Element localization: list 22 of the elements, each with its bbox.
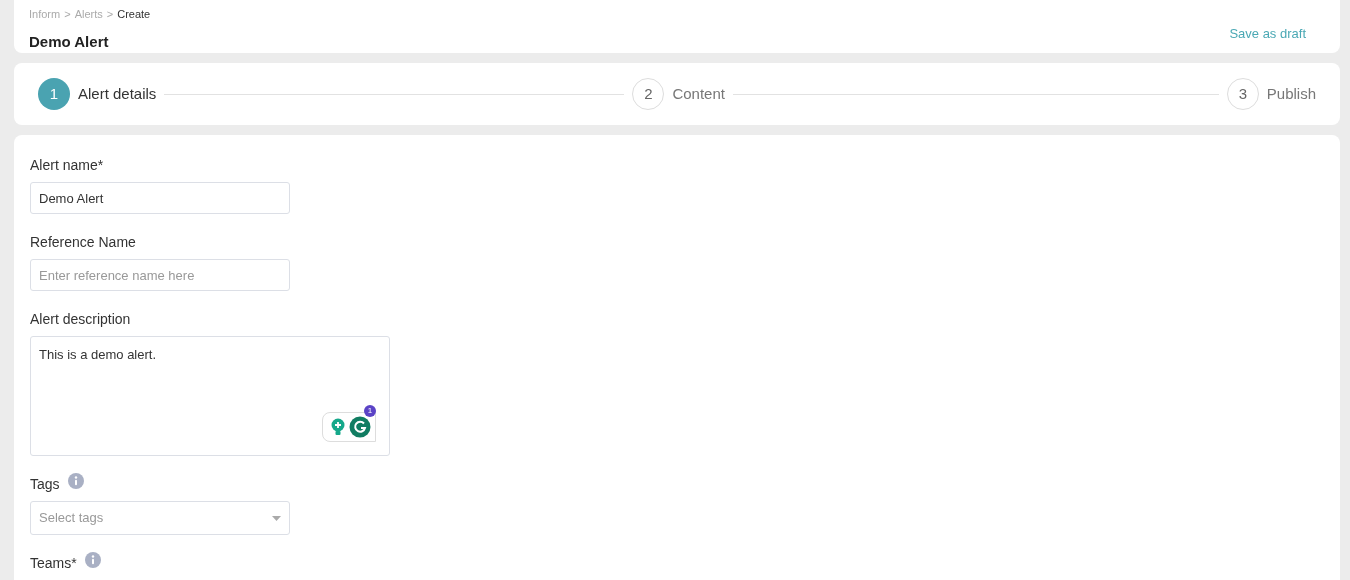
info-icon[interactable] xyxy=(67,472,84,489)
text-field[interactable]: Demo Alert xyxy=(30,182,290,214)
breadcrumb-separator: > xyxy=(64,7,71,22)
text-field[interactable]: Enter reference name here xyxy=(30,259,290,291)
lightbulb-icon xyxy=(331,418,345,436)
field-value: This is a demo alert. xyxy=(39,346,157,364)
g-logo-icon xyxy=(349,416,371,438)
description-field[interactable]: This is a demo alert. 1 xyxy=(30,336,390,456)
page-title: Demo Alert xyxy=(29,31,110,52)
field-label: Teams* xyxy=(30,554,77,573)
field-label: Reference Name xyxy=(30,233,136,252)
notification-badge: 1 xyxy=(364,405,376,417)
field-label: Alert name* xyxy=(30,156,104,175)
field-label: Tags xyxy=(30,475,60,494)
caret-icon xyxy=(272,515,281,521)
writing-assistant-widget[interactable] xyxy=(322,412,376,442)
info-icon[interactable] xyxy=(84,551,101,568)
step[interactable]: 1 Alert details xyxy=(38,78,157,110)
step[interactable]: 3 Publish xyxy=(1226,78,1316,110)
breadcrumb-separator: > xyxy=(106,7,114,22)
step[interactable]: 2 Content xyxy=(632,78,725,110)
field-label: Alert description xyxy=(30,310,131,329)
